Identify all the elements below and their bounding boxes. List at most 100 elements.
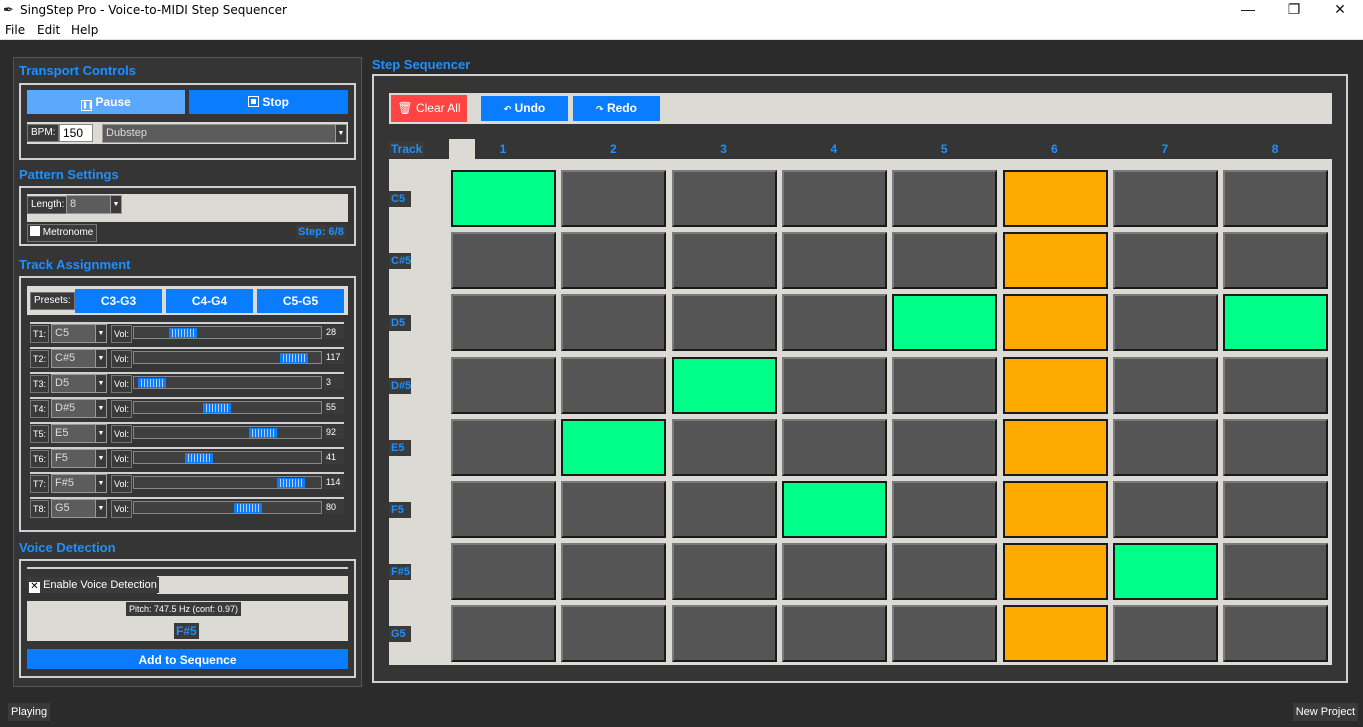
slider-thumb[interactable] xyxy=(280,353,309,363)
step-cell[interactable] xyxy=(671,418,777,476)
step-cell[interactable] xyxy=(1223,294,1329,352)
volume-slider[interactable] xyxy=(133,401,322,414)
volume-slider[interactable] xyxy=(133,426,322,439)
volume-slider[interactable] xyxy=(133,326,322,339)
step-cell[interactable] xyxy=(671,294,777,352)
track-note-select[interactable]: D5 ▼ xyxy=(51,374,107,393)
volume-slider[interactable] xyxy=(133,376,322,389)
track-note-select[interactable]: F#5 ▼ xyxy=(51,474,107,493)
track-note-select[interactable]: G5 ▼ xyxy=(51,499,107,518)
step-cell[interactable] xyxy=(451,170,556,227)
step-cell[interactable] xyxy=(1223,356,1329,414)
step-cell[interactable] xyxy=(892,294,998,352)
track-note-select[interactable]: D#5 ▼ xyxy=(51,399,107,418)
step-cell[interactable] xyxy=(671,232,777,290)
step-cell[interactable] xyxy=(671,356,777,414)
menu-file[interactable]: File xyxy=(5,23,25,37)
slider-thumb[interactable] xyxy=(137,378,166,388)
step-cell[interactable] xyxy=(1002,356,1108,414)
step-cell[interactable] xyxy=(892,605,998,663)
step-cell[interactable] xyxy=(1112,481,1218,538)
slider-thumb[interactable] xyxy=(202,403,231,413)
track-note-select[interactable]: C5 ▼ xyxy=(51,324,107,343)
step-cell[interactable] xyxy=(1112,356,1218,414)
slider-thumb[interactable] xyxy=(249,428,278,438)
step-cell[interactable] xyxy=(1112,232,1218,290)
track-note-select[interactable]: C#5 ▼ xyxy=(51,349,107,368)
step-cell[interactable] xyxy=(892,170,998,227)
step-cell[interactable] xyxy=(1002,481,1108,538)
menu-help[interactable]: Help xyxy=(71,23,98,37)
step-cell[interactable] xyxy=(1112,605,1218,663)
redo-button[interactable]: ↷ Redo xyxy=(573,96,660,121)
track-note-select[interactable]: E5 ▼ xyxy=(51,424,107,443)
step-cell[interactable] xyxy=(451,418,556,476)
step-cell[interactable] xyxy=(892,232,998,290)
step-cell[interactable] xyxy=(1223,543,1329,601)
length-select[interactable]: 8 ▼ xyxy=(66,195,122,214)
metronome-checkbox[interactable]: Metronome xyxy=(27,224,98,242)
step-cell[interactable] xyxy=(561,605,667,663)
step-cell[interactable] xyxy=(1223,418,1329,476)
step-cell[interactable] xyxy=(1223,170,1329,227)
slider-thumb[interactable] xyxy=(234,503,263,513)
undo-button[interactable]: ↶ Undo xyxy=(481,96,568,121)
step-cell[interactable] xyxy=(1112,170,1218,227)
step-cell[interactable] xyxy=(781,294,887,352)
stop-button[interactable]: Stop xyxy=(189,90,348,114)
step-cell[interactable] xyxy=(451,356,556,414)
step-cell[interactable] xyxy=(561,232,667,290)
maximize-button[interactable]: ❐ xyxy=(1271,0,1317,20)
step-cell[interactable] xyxy=(451,294,556,352)
step-cell[interactable] xyxy=(671,605,777,663)
step-cell[interactable] xyxy=(781,418,887,476)
volume-slider[interactable] xyxy=(133,476,322,489)
step-cell[interactable] xyxy=(671,170,777,227)
preset-c4-g4-button[interactable]: C4-G4 xyxy=(166,289,253,313)
step-cell[interactable] xyxy=(1002,605,1108,663)
step-cell[interactable] xyxy=(892,418,998,476)
step-cell[interactable] xyxy=(671,481,777,538)
step-cell[interactable] xyxy=(561,356,667,414)
volume-slider[interactable] xyxy=(133,501,322,514)
pause-button[interactable]: ❚❚ Pause xyxy=(27,90,185,114)
step-cell[interactable] xyxy=(1002,232,1108,290)
step-cell[interactable] xyxy=(781,543,887,601)
step-cell[interactable] xyxy=(1002,418,1108,476)
step-cell[interactable] xyxy=(781,170,887,227)
step-cell[interactable] xyxy=(1002,294,1108,352)
add-to-sequence-button[interactable]: Add to Sequence xyxy=(27,649,348,669)
step-cell[interactable] xyxy=(781,481,887,538)
step-cell[interactable] xyxy=(561,418,667,476)
close-button[interactable]: ✕ xyxy=(1317,0,1363,20)
step-cell[interactable] xyxy=(561,170,667,227)
slider-thumb[interactable] xyxy=(169,328,198,338)
bpm-input[interactable]: 150 xyxy=(59,124,93,142)
step-cell[interactable] xyxy=(1002,543,1108,601)
step-cell[interactable] xyxy=(451,232,556,290)
step-cell[interactable] xyxy=(781,605,887,663)
volume-slider[interactable] xyxy=(133,351,322,364)
step-cell[interactable] xyxy=(892,481,998,538)
preset-c3-g3-button[interactable]: C3-G3 xyxy=(75,289,162,313)
step-cell[interactable] xyxy=(671,543,777,601)
step-cell[interactable] xyxy=(892,356,998,414)
genre-select[interactable]: Dubstep ▼ xyxy=(102,124,347,143)
step-cell[interactable] xyxy=(1112,294,1218,352)
step-cell[interactable] xyxy=(1112,543,1218,601)
step-cell[interactable] xyxy=(561,294,667,352)
enable-voice-checkbox[interactable]: ✕ Enable Voice Detection xyxy=(27,577,159,593)
step-cell[interactable] xyxy=(451,481,556,538)
preset-c5-g5-button[interactable]: C5-G5 xyxy=(257,289,344,313)
track-note-select[interactable]: F5 ▼ xyxy=(51,449,107,468)
step-cell[interactable] xyxy=(781,356,887,414)
slider-thumb[interactable] xyxy=(276,478,305,488)
step-cell[interactable] xyxy=(1002,170,1108,227)
step-cell[interactable] xyxy=(561,543,667,601)
step-cell[interactable] xyxy=(451,605,556,663)
step-cell[interactable] xyxy=(451,543,556,601)
slider-thumb[interactable] xyxy=(185,453,214,463)
menu-edit[interactable]: Edit xyxy=(37,23,60,37)
step-cell[interactable] xyxy=(781,232,887,290)
step-cell[interactable] xyxy=(892,543,998,601)
